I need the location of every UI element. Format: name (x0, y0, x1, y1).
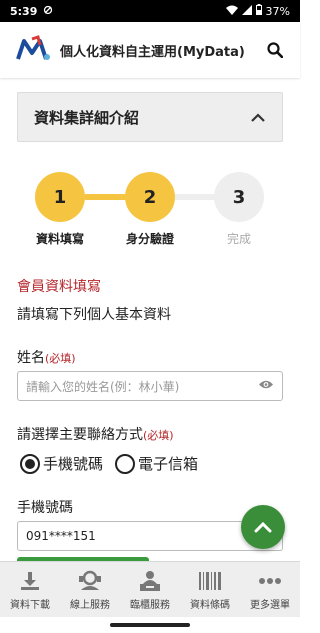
scroll-top-button[interactable] (241, 505, 285, 549)
section-title: 會員資料填寫 (17, 279, 101, 295)
phone-value: 091****151 (26, 529, 96, 543)
app-header: 個人化資料自主運用(MyData) (0, 22, 300, 78)
wifi-icon (225, 5, 238, 18)
eye-icon[interactable] (258, 379, 274, 393)
name-label: 姓名(必填) (17, 350, 76, 366)
section-description: 請填寫下列個人基本資料 (17, 307, 171, 323)
battery-icon (255, 4, 262, 18)
app-title: 個人化資料自主運用(MyData) (60, 44, 245, 60)
search-button[interactable] (264, 39, 286, 61)
status-bar: 5:39 37% (0, 0, 300, 22)
radio-button-unchecked[interactable] (115, 453, 136, 474)
download-icon (17, 569, 43, 593)
counter-service-icon (137, 569, 163, 593)
search-icon (267, 42, 283, 58)
radio-option-phone[interactable]: 手機號碼 (20, 453, 103, 474)
phone-label: 手機號碼 (17, 500, 73, 516)
mydata-logo (14, 35, 54, 65)
contact-method-group: 手機號碼 電子信箱 (20, 453, 206, 474)
dataset-details-accordion[interactable]: 資料集詳細介紹 (17, 92, 283, 142)
radio-button-checked[interactable] (20, 453, 40, 474)
step-2-label: 身分驗證 (125, 232, 174, 246)
step-1-label: 資料填寫 (35, 232, 84, 246)
online-service-icon (77, 569, 103, 593)
name-input[interactable]: 請輸入您的姓名(例：林小華) (17, 371, 283, 401)
nav-item-online-service[interactable]: 線上服務 (60, 562, 120, 617)
accordion-title: 資料集詳細介紹 (34, 108, 140, 127)
notification-icon (43, 5, 53, 18)
contact-method-label: 請選擇主要聯絡方式(必填) (17, 427, 174, 443)
step-2-circle: 2 (125, 172, 175, 222)
step-3-circle: 3 (214, 172, 264, 222)
chevron-up-icon (254, 521, 272, 533)
status-time: 5:39 (10, 4, 38, 18)
required-mark: (必填) (143, 429, 174, 442)
nav-item-barcode[interactable]: 資料條碼 (180, 562, 240, 617)
radio-option-email[interactable]: 電子信箱 (115, 453, 198, 474)
battery-level: 37% (265, 4, 290, 18)
chevron-up-icon (250, 108, 266, 127)
signal-icon (241, 4, 252, 18)
nav-item-counter-service[interactable]: 臨櫃服務 (120, 562, 180, 617)
step-1-circle: 1 (35, 172, 85, 222)
home-indicator[interactable] (110, 623, 190, 627)
nav-item-download[interactable]: 資料下載 (0, 562, 60, 617)
required-mark: (必填) (45, 352, 76, 365)
more-icon (257, 569, 283, 593)
progress-stepper: 1 2 3 資料填寫 身分驗證 完成 (0, 168, 300, 248)
bottom-nav: 資料下載 線上服務 臨櫃服務 資料條碼 更多選單 (0, 561, 300, 617)
name-placeholder: 請輸入您的姓名(例：林小華) (26, 379, 180, 394)
barcode-icon (197, 569, 223, 593)
step-3-label: 完成 (226, 232, 251, 246)
nav-item-more[interactable]: 更多選單 (240, 562, 300, 617)
